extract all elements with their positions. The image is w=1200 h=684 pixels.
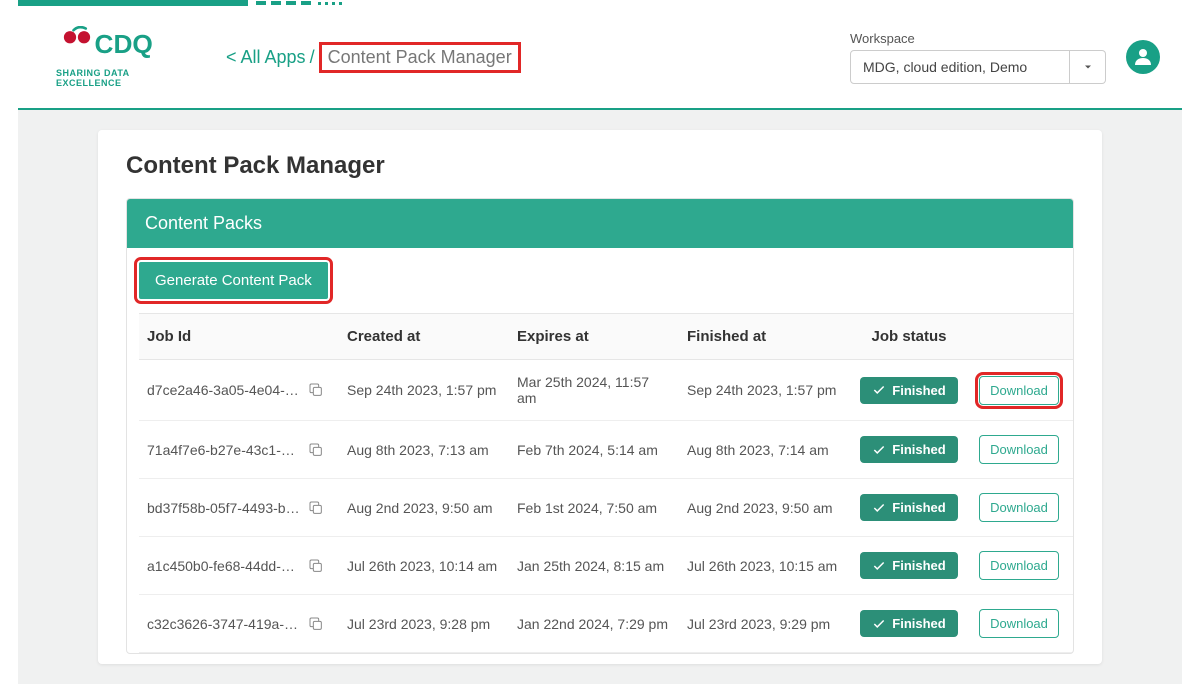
column-header-download xyxy=(969,314,1069,360)
status-badge: Finished xyxy=(860,377,957,404)
table-row: 71a4f7e6-b27e-43c1-bd59-2... Aug 8th 2023… xyxy=(139,421,1074,479)
main-card: Content Pack Manager Content Packs Gener… xyxy=(98,130,1102,664)
column-header-finished: Finished at xyxy=(679,314,849,360)
column-header-expires: Expires at xyxy=(509,314,679,360)
content-packs-table: Job Id Created at Expires at Finished at… xyxy=(139,313,1074,653)
table-row: bd37f58b-05f7-4493-b120-e... Aug 2nd 2023… xyxy=(139,479,1074,537)
workspace-dropdown[interactable]: MDG, cloud edition, Demo xyxy=(850,50,1106,84)
column-header-status: Job status xyxy=(849,314,969,360)
created-at-cell: Aug 8th 2023, 7:13 am xyxy=(339,421,509,479)
copy-icon[interactable] xyxy=(308,382,324,398)
copy-icon[interactable] xyxy=(308,558,324,574)
expires-at-cell: Jan 22nd 2024, 7:29 pm xyxy=(509,595,679,653)
download-button[interactable]: Download xyxy=(979,376,1059,405)
download-button[interactable]: Download xyxy=(979,493,1059,522)
jobid-text: a1c450b0-fe68-44dd-865c-3... xyxy=(147,558,302,574)
expires-at-cell: Feb 7th 2024, 5:14 am xyxy=(509,421,679,479)
expires-at-cell: Jan 25th 2024, 8:15 am xyxy=(509,537,679,595)
download-button[interactable]: Download xyxy=(979,609,1059,638)
expires-at-cell: Mar 25th 2024, 11:57 am xyxy=(509,360,679,421)
svg-text:CDQ: CDQ xyxy=(95,29,153,59)
workspace-selector: Workspace MDG, cloud edition, Demo xyxy=(850,31,1106,84)
finished-at-cell: Jul 23rd 2023, 9:29 pm xyxy=(679,595,849,653)
jobid-text: bd37f58b-05f7-4493-b120-e... xyxy=(147,500,302,516)
breadcrumb-separator: / xyxy=(310,47,315,68)
column-header-jobid: Job Id xyxy=(139,314,339,360)
logo[interactable]: CDQ SHARING DATA EXCELLENCE xyxy=(56,26,196,88)
status-badge: Finished xyxy=(860,494,957,521)
copy-icon[interactable] xyxy=(308,500,324,516)
jobid-text: 71a4f7e6-b27e-43c1-bd59-2... xyxy=(147,442,302,458)
logo-tagline: SHARING DATA EXCELLENCE xyxy=(56,68,196,88)
chevron-down-icon xyxy=(1070,50,1106,84)
jobid-text: d7ce2a46-3a05-4e04-a8ec-b... xyxy=(147,382,302,398)
breadcrumb: < All Apps / Content Pack Manager xyxy=(226,42,521,73)
generate-content-pack-button[interactable]: Generate Content Pack xyxy=(139,262,328,299)
breadcrumb-current: Content Pack Manager xyxy=(319,42,521,73)
top-decorative-bar xyxy=(18,0,1182,6)
expires-at-cell: Feb 1st 2024, 7:50 am xyxy=(509,479,679,537)
column-header-created: Created at xyxy=(339,314,509,360)
status-badge: Finished xyxy=(860,610,957,637)
status-badge: Finished xyxy=(860,436,957,463)
table-row: d7ce2a46-3a05-4e04-a8ec-b... Sep 24th 202… xyxy=(139,360,1074,421)
copy-icon[interactable] xyxy=(308,616,324,632)
finished-at-cell: Aug 2nd 2023, 9:50 am xyxy=(679,479,849,537)
finished-at-cell: Jul 26th 2023, 10:15 am xyxy=(679,537,849,595)
finished-at-cell: Aug 8th 2023, 7:14 am xyxy=(679,421,849,479)
user-avatar-icon[interactable] xyxy=(1126,40,1160,74)
workspace-selected-value: MDG, cloud edition, Demo xyxy=(850,50,1070,84)
copy-icon[interactable] xyxy=(308,442,324,458)
table-row: c32c3626-3747-419a-abb1-4... Jul 23rd 202… xyxy=(139,595,1074,653)
column-header-delete xyxy=(1069,314,1074,360)
content-packs-panel: Content Packs Generate Content Pack Job … xyxy=(126,198,1074,654)
jobid-text: c32c3626-3747-419a-abb1-4... xyxy=(147,616,302,632)
created-at-cell: Aug 2nd 2023, 9:50 am xyxy=(339,479,509,537)
status-badge: Finished xyxy=(860,552,957,579)
created-at-cell: Jul 26th 2023, 10:14 am xyxy=(339,537,509,595)
created-at-cell: Jul 23rd 2023, 9:28 pm xyxy=(339,595,509,653)
created-at-cell: Sep 24th 2023, 1:57 pm xyxy=(339,360,509,421)
download-button[interactable]: Download xyxy=(979,435,1059,464)
breadcrumb-back-link[interactable]: < All Apps xyxy=(226,47,306,68)
table-row: a1c450b0-fe68-44dd-865c-3... Jul 26th 202… xyxy=(139,537,1074,595)
panel-title: Content Packs xyxy=(127,199,1073,248)
page-title: Content Pack Manager xyxy=(126,152,1074,180)
workspace-label: Workspace xyxy=(850,31,1106,46)
download-button[interactable]: Download xyxy=(979,551,1059,580)
finished-at-cell: Sep 24th 2023, 1:57 pm xyxy=(679,360,849,421)
